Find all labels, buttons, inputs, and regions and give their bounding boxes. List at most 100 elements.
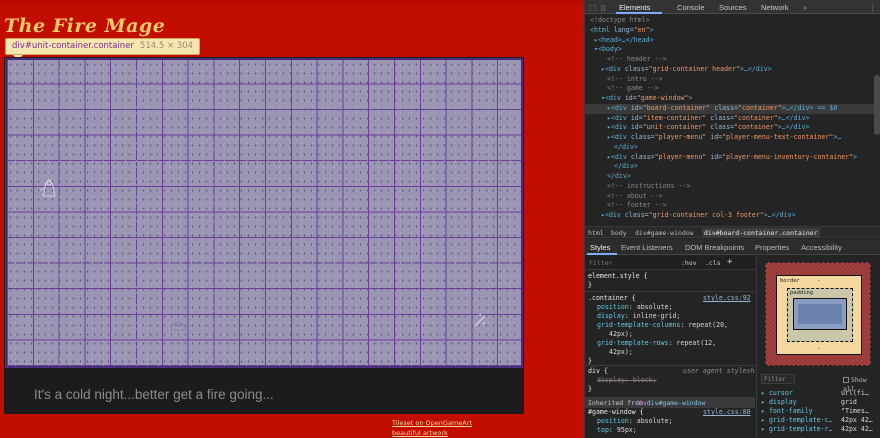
user-agent-stylesheet-label: user agent stylesheet [683,367,755,375]
dom-game-window[interactable]: ▾<div id="game-window"> [601,94,692,104]
dom-player-menu-inventory[interactable]: ▸<div class="player-menu" id="player-men… [607,153,857,163]
inspect-icon[interactable]: ⬚ [589,3,596,12]
dom-body[interactable]: ▾<body> [594,45,622,55]
page-title: The Fire Mage [4,15,166,37]
div-rule-selector[interactable]: div { [588,367,608,376]
computed-value: 42px 42… [841,425,873,433]
dom-comment-footer[interactable]: <!-- footer --> [607,201,667,211]
tab-network[interactable]: Network [761,3,789,12]
kebab-icon[interactable]: ⋮ [869,3,877,12]
styles-tab-bar: Styles Event Listeners DOM Breakpoints P… [585,239,880,255]
game-window-prop-top[interactable]: top: 95px; [597,426,637,435]
container-prop-grid-columns[interactable]: grid-template-columns: repeat(20, [597,321,728,330]
tileset-link[interactable]: Tileset on OpenGameArt [392,419,472,427]
hov-toggle[interactable]: :hov [681,259,697,267]
dom-html[interactable]: <html lang="en"> [590,26,654,36]
tab-properties[interactable]: Properties [755,243,789,252]
rule-close: } [588,385,592,393]
box-model-bottom-value: - [817,346,821,352]
tab-sources[interactable]: Sources [719,3,747,12]
box-model-padding[interactable]: padding [787,288,853,342]
artwork-link[interactable]: beautiful artwork [392,429,448,437]
dom-comment-header[interactable]: <!-- header --> [607,55,667,65]
element-style-selector[interactable]: element.style { [588,272,648,281]
dom-header-div[interactable]: ▸<div class="grid-container header">…</d… [601,65,772,75]
computed-row[interactable]: ▸ grid-template-c… [761,416,832,425]
rule-divider [585,291,755,292]
dom-close-div[interactable]: </div> [614,143,638,153]
div-prop-display-overridden[interactable]: display: block; [597,376,657,385]
container-prop-grid-rows-cont: 42px); [609,348,633,356]
inspect-tooltip: div#unit-container.container 514.5 × 304 [5,38,201,55]
computed-row[interactable]: ▸ font-family [761,407,813,416]
cls-toggle[interactable]: .cls [705,259,721,267]
styles-pane: element.style { } .container { style.css… [585,271,755,438]
box-model-panel: border - padding - Filter Show all ▸ cur… [756,256,880,438]
box-model-margin[interactable]: border - padding - [765,262,871,366]
dom-doctype[interactable]: <!doctype html> [590,16,650,26]
dom-close-div[interactable]: </div> [614,162,638,172]
dom-comment-instructions[interactable]: <!-- instructions --> [607,182,690,192]
box-model-content-inner [798,304,842,324]
container-rule-source-link[interactable]: style.css:92 [703,294,751,303]
tab-accessibility[interactable]: Accessibility [801,243,842,252]
dom-unit-container[interactable]: ▸<div id="unit-container" class="contain… [607,123,810,133]
box-model-border-label: border [780,278,800,284]
container-prop-display[interactable]: display: inline-grid; [597,312,680,321]
rule-close: } [588,281,592,289]
show-all-checkbox[interactable] [843,377,849,383]
computed-value: url(fi… [841,389,869,397]
game-window-rule-source-link[interactable]: style.css:80 [703,408,751,417]
styles-filter-input[interactable]: Filter [589,259,612,267]
box-model-content[interactable] [793,298,847,330]
breadcrumb-html[interactable]: html [588,228,604,238]
tab-console[interactable]: Console [677,3,705,12]
header-strip [0,0,584,5]
dom-board-container[interactable]: ▸<div id="board-container" class="contai… [607,104,837,114]
tab-styles[interactable]: Styles [590,243,610,252]
webpage-viewport: The Fire Mage div#unit-container.contain… [0,0,584,438]
active-tab-underline [616,12,662,14]
computed-filter-input[interactable]: Filter [761,374,795,384]
tab-event-listeners[interactable]: Event Listeners [621,243,673,252]
container-prop-position[interactable]: position: absolute; [597,303,672,312]
item-sparkle-sprite[interactable] [469,308,491,332]
dom-footer-div[interactable]: ▸<div class="grid-container col-3 footer… [601,211,796,221]
player-unit-sprite[interactable] [37,176,59,200]
breadcrumb-game-window[interactable]: div#game-window [635,228,694,238]
device-icon[interactable]: ▯ [601,3,605,12]
game-board[interactable] [5,58,523,368]
breadcrumb: html body div#game-window div#board-cont… [585,226,880,238]
inherited-from-link[interactable]: divdiv#game-window [635,399,705,407]
rule-divider [585,365,755,366]
more-tabs-icon[interactable]: » [803,3,807,12]
creature-unit-sprite[interactable] [167,312,189,336]
computed-row[interactable]: ▸ grid-template-r… [761,425,832,434]
dom-tree[interactable]: <!doctype html> <html lang="en"> ▸<head>… [585,15,880,225]
dom-player-menu-text[interactable]: ▸<div class="player-menu" id="player-men… [607,133,841,143]
dom-tree-scrollbar[interactable] [874,75,880,135]
computed-value: grid [841,398,857,406]
devtools-panel: ⬚ ▯ Elements Console Sources Network » ⋮… [584,0,880,438]
dom-close-div[interactable]: </div> [607,172,631,182]
footer-credits: Tileset on OpenGameArt beautiful artwork [392,418,472,438]
box-model-border[interactable]: border - padding - [776,275,862,355]
computed-value: "Times… [841,407,869,415]
breadcrumb-board-container[interactable]: div#board-container.container [702,228,820,238]
game-window: It's a cold night...better get a fire go… [4,57,524,414]
computed-row[interactable]: ▸ display [761,398,797,407]
active-subtab-underline [587,253,617,255]
game-window-rule-selector[interactable]: #game-window { [588,408,644,417]
breadcrumb-body[interactable]: body [611,228,627,238]
tab-dom-breakpoints[interactable]: DOM Breakpoints [685,243,744,252]
game-window-prop-position[interactable]: position: absolute; [597,417,672,426]
inherited-from-bar: Inherited from divdiv#game-window [585,397,755,408]
container-prop-grid-rows[interactable]: grid-template-rows: repeat(12, [597,339,716,348]
add-rule-button[interactable]: + [727,257,732,267]
devtools-tab-bar: ⬚ ▯ Elements Console Sources Network » ⋮ [585,0,880,14]
tab-elements[interactable]: Elements [619,3,650,12]
computed-row[interactable]: ▸ cursor [761,389,793,398]
dom-comment-game[interactable]: <!-- game --> [607,84,659,94]
box-model-padding-label: padding [790,290,814,296]
container-rule-selector[interactable]: .container { [588,294,636,303]
